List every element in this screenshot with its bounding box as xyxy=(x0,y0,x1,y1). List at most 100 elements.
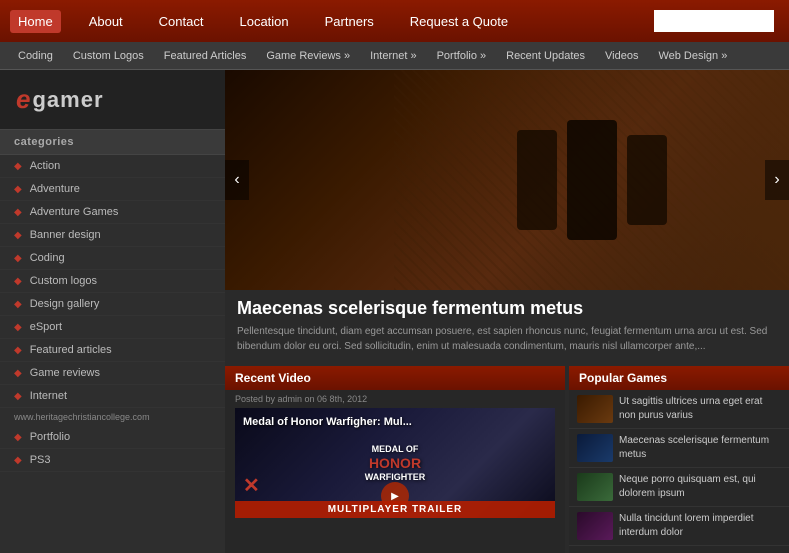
sec-nav-internet[interactable]: Internet » xyxy=(362,47,424,65)
bullet-icon: ◆ xyxy=(14,432,22,443)
bullet-icon: ◆ xyxy=(14,391,22,402)
bullet-icon: ◆ xyxy=(14,230,22,241)
cat-action[interactable]: ◆ Action xyxy=(0,155,225,178)
bottom-columns: Recent Video Posted by admin on 06 8th, … xyxy=(225,366,789,553)
nav-request-quote[interactable]: Request a Quote xyxy=(402,10,516,33)
popular-games-section: Popular Games Ut sagittis ultrices urna … xyxy=(569,366,789,553)
game-info-4: Nulla tincidunt lorem imperdiet interdum… xyxy=(619,512,781,540)
recent-video-header: Recent Video xyxy=(225,366,565,390)
hero-caption: Maecenas scelerisque fermentum metus Pel… xyxy=(225,290,789,362)
content-area: ‹ › Maecenas scelerisque fermentum metus… xyxy=(225,70,789,553)
game-info-1: Ut sagittis ultrices urna eget erat non … xyxy=(619,395,781,423)
logo-e: e xyxy=(16,84,30,115)
soldier-figure-2 xyxy=(567,120,617,240)
bullet-icon: ◆ xyxy=(14,207,22,218)
categories-header: categories xyxy=(0,129,225,155)
cat-label: Action xyxy=(30,160,61,172)
cat-label: Coding xyxy=(30,252,65,264)
cat-esport[interactable]: ◆ eSport xyxy=(0,316,225,339)
game-item-2[interactable]: Maecenas scelerisque fermentum metus xyxy=(569,429,789,468)
sec-nav-recent-updates[interactable]: Recent Updates xyxy=(498,47,593,65)
hero-slider: ‹ › xyxy=(225,70,789,290)
cat-label: Banner design xyxy=(30,229,101,241)
video-logo-area: MEDAL OF HONOR WARFIGHTER xyxy=(365,444,426,482)
logo-text: gamer xyxy=(32,87,103,113)
secondary-nav: Coding Custom Logos Featured Articles Ga… xyxy=(0,42,789,70)
cat-ps3[interactable]: ◆ PS3 xyxy=(0,449,225,472)
game-item-3[interactable]: Neque porro quisquam est, qui dolorem ip… xyxy=(569,468,789,507)
search-input[interactable] xyxy=(654,10,774,32)
game-thumb-4 xyxy=(577,512,613,540)
x-mark-icon: ✕ xyxy=(243,473,260,498)
hero-title: Maecenas scelerisque fermentum metus xyxy=(237,298,777,319)
popular-games-header: Popular Games xyxy=(569,366,789,390)
cat-label: Internet xyxy=(30,390,67,402)
game-info-3: Neque porro quisquam est, qui dolorem ip… xyxy=(619,473,781,501)
hero-next-button[interactable]: › xyxy=(765,160,789,200)
game-item-1[interactable]: Ut sagittis ultrices urna eget erat non … xyxy=(569,390,789,429)
bullet-icon: ◆ xyxy=(14,184,22,195)
cat-label: Adventure Games xyxy=(30,206,119,218)
cat-featured-articles[interactable]: ◆ Featured articles xyxy=(0,339,225,362)
cat-label: Adventure xyxy=(30,183,80,195)
main-wrap: e gamer categories ◆ Action ◆ Adventure … xyxy=(0,70,789,553)
sec-nav-featured[interactable]: Featured Articles xyxy=(156,47,255,65)
bullet-icon: ◆ xyxy=(14,161,22,172)
cat-internet[interactable]: ◆ Internet xyxy=(0,385,225,408)
cat-banner-design[interactable]: ◆ Banner design xyxy=(0,224,225,247)
cat-label: eSport xyxy=(30,321,62,333)
sec-nav-videos[interactable]: Videos xyxy=(597,47,646,65)
recent-video-section: Recent Video Posted by admin on 06 8th, … xyxy=(225,366,565,553)
nav-location[interactable]: Location xyxy=(231,10,296,33)
game-thumb-1 xyxy=(577,395,613,423)
bullet-icon: ◆ xyxy=(14,322,22,333)
game-title-4: Nulla tincidunt lorem imperdiet interdum… xyxy=(619,512,781,540)
cat-label: Custom logos xyxy=(30,275,97,287)
game-thumb-2 xyxy=(577,434,613,462)
nav-contact[interactable]: Contact xyxy=(151,10,212,33)
cat-label: Featured articles xyxy=(30,344,112,356)
soldier-figure-1 xyxy=(517,130,557,230)
game-title-3: Neque porro quisquam est, qui dolorem ip… xyxy=(619,473,781,501)
soldier-figure-3 xyxy=(627,135,667,225)
cat-game-reviews[interactable]: ◆ Game reviews xyxy=(0,362,225,385)
website-url: www.heritagechristiancollege.com xyxy=(0,408,225,426)
sec-nav-game-reviews[interactable]: Game Reviews » xyxy=(258,47,358,65)
cat-adventure[interactable]: ◆ Adventure xyxy=(0,178,225,201)
sec-nav-coding[interactable]: Coding xyxy=(10,47,61,65)
nav-partners[interactable]: Partners xyxy=(317,10,382,33)
logo-area: e gamer xyxy=(0,70,225,129)
category-list: ◆ Action ◆ Adventure ◆ Adventure Games ◆… xyxy=(0,155,225,472)
video-title-overlay: Medal of Honor Warfigher: Mul... xyxy=(243,416,412,428)
nav-about[interactable]: About xyxy=(81,10,131,33)
cat-coding[interactable]: ◆ Coding xyxy=(0,247,225,270)
cat-design-gallery[interactable]: ◆ Design gallery xyxy=(0,293,225,316)
bullet-icon: ◆ xyxy=(14,299,22,310)
cat-custom-logos[interactable]: ◆ Custom logos xyxy=(0,270,225,293)
game-item-4[interactable]: Nulla tincidunt lorem imperdiet interdum… xyxy=(569,507,789,546)
cat-portfolio[interactable]: ◆ Portfolio xyxy=(0,426,225,449)
bullet-icon: ◆ xyxy=(14,455,22,466)
bullet-icon: ◆ xyxy=(14,253,22,264)
hero-description: Pellentesque tincidunt, diam eget accums… xyxy=(237,324,777,354)
cat-label: Design gallery xyxy=(30,298,100,310)
multiplayer-banner: MULTIPLAYER TRAILER xyxy=(235,501,555,518)
video-thumbnail[interactable]: Medal of Honor Warfigher: Mul... MEDAL O… xyxy=(235,408,555,518)
hero-soldiers-bg xyxy=(394,70,789,290)
sidebar: e gamer categories ◆ Action ◆ Adventure … xyxy=(0,70,225,553)
video-logo-text: MEDAL OF HONOR WARFIGHTER xyxy=(365,444,426,482)
video-meta: Posted by admin on 06 8th, 2012 xyxy=(225,390,565,408)
sec-nav-web-design[interactable]: Web Design » xyxy=(650,47,735,65)
sec-nav-portfolio[interactable]: Portfolio » xyxy=(429,47,495,65)
game-thumb-3 xyxy=(577,473,613,501)
top-nav-items: Home About Contact Location Partners Req… xyxy=(10,10,516,33)
cat-label: PS3 xyxy=(30,454,51,466)
game-title-2: Maecenas scelerisque fermentum metus xyxy=(619,434,781,462)
cat-label: Game reviews xyxy=(30,367,100,379)
sec-nav-custom-logos[interactable]: Custom Logos xyxy=(65,47,152,65)
hero-prev-button[interactable]: ‹ xyxy=(225,160,249,200)
hero-image xyxy=(225,70,789,290)
game-title-1: Ut sagittis ultrices urna eget erat non … xyxy=(619,395,781,423)
cat-adventure-games[interactable]: ◆ Adventure Games xyxy=(0,201,225,224)
nav-home[interactable]: Home xyxy=(10,10,61,33)
